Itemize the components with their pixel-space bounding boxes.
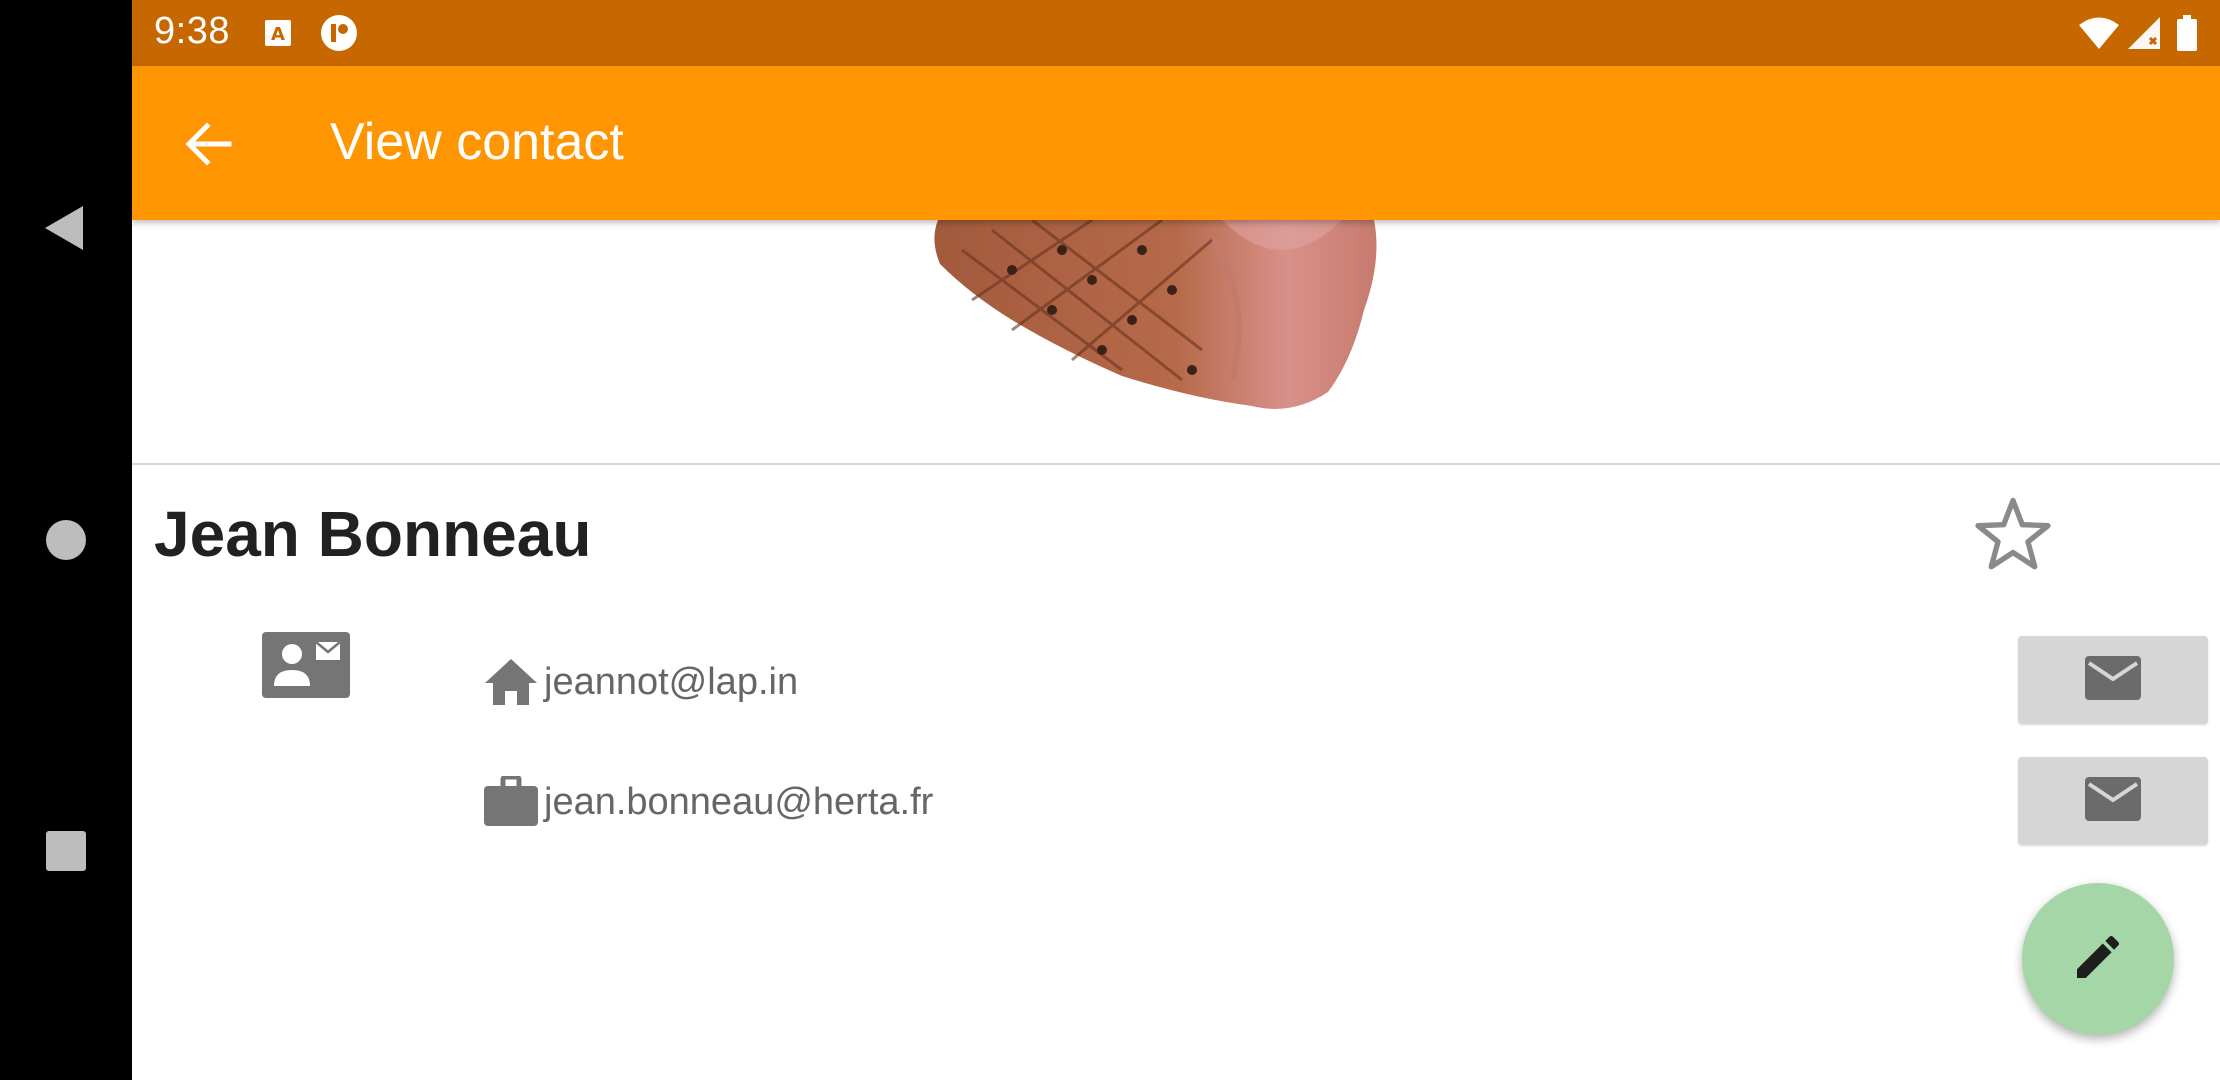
work-briefcase-icon: [482, 773, 540, 831]
nav-recents-button[interactable]: [0, 796, 132, 906]
contact-photo[interactable]: [132, 220, 2220, 464]
email-row-home[interactable]: jeannot@lap.in: [482, 652, 798, 712]
email-address: jeannot@lap.in: [544, 660, 799, 703]
send-email-button[interactable]: [2018, 757, 2208, 845]
app-bar: View contact: [132, 66, 2220, 220]
contact-mail-icon: [260, 628, 352, 700]
back-triangle-icon: [45, 206, 83, 250]
arrow-back-icon[interactable]: [178, 114, 238, 174]
status-time: 9:38: [154, 10, 230, 52]
page-title: View contact: [330, 113, 624, 171]
home-circle-icon: [46, 520, 86, 560]
notification-app-icon: [320, 0, 358, 66]
edit-contact-fab[interactable]: [2022, 883, 2174, 1035]
battery-icon: [2176, 0, 2198, 66]
email-row-work[interactable]: jean.bonneau@herta.fr: [482, 772, 933, 832]
email-icon: [2084, 655, 2142, 706]
notification-a-icon: A: [264, 0, 292, 66]
nav-back-button[interactable]: [0, 173, 132, 283]
star-outline-icon[interactable]: [1968, 490, 2058, 580]
contact-name: Jean Bonneau: [154, 498, 592, 570]
email-icon: [2084, 776, 2142, 827]
status-bar: 9:38 A: [132, 0, 2220, 66]
recents-square-icon: [46, 831, 86, 871]
svg-text:A: A: [271, 24, 285, 45]
send-email-button[interactable]: [2018, 636, 2208, 724]
nav-home-button[interactable]: [0, 485, 132, 595]
home-icon: [482, 653, 540, 711]
email-address: jean.bonneau@herta.fr: [544, 780, 934, 823]
edit-pencil-icon: [2070, 929, 2126, 990]
wifi-icon: [2078, 0, 2120, 66]
section-divider: [132, 463, 2220, 465]
system-navigation-bar: [0, 0, 132, 1080]
cell-signal-icon: [2126, 0, 2162, 66]
